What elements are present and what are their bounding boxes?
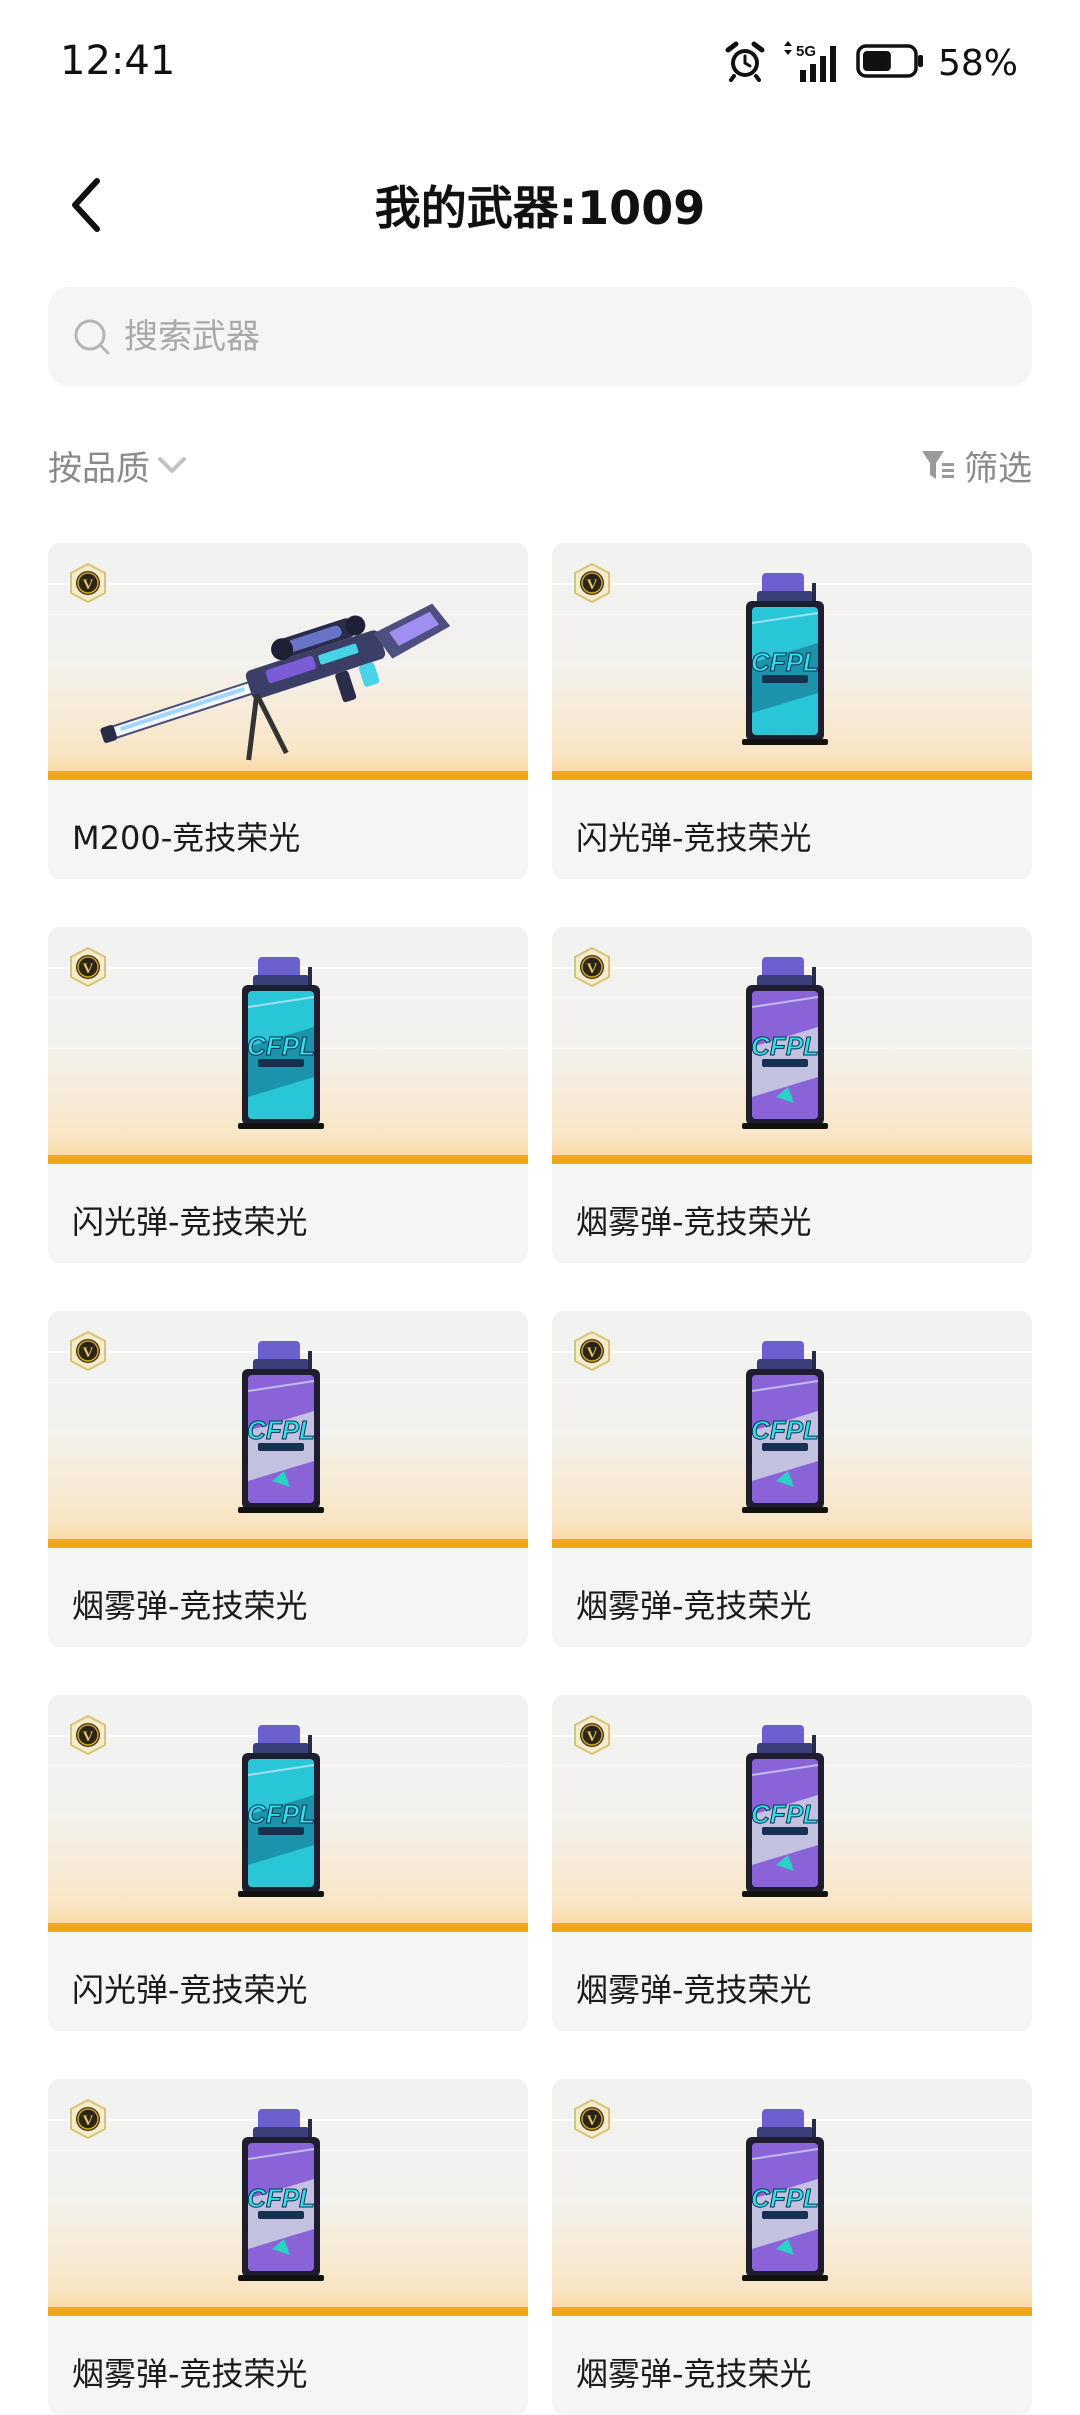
- quality-badge-icon: V: [574, 2099, 610, 2139]
- weapon-card[interactable]: V CFPL 烟雾弹-竞技荣光: [552, 2079, 1032, 2415]
- svg-text:CFPL: CFPL: [751, 1031, 819, 1061]
- weapon-name: 闪光弹-竞技荣光: [72, 1203, 308, 1241]
- svg-text:V: V: [587, 1345, 598, 1361]
- flashbang-icon: CFPL: [238, 1725, 324, 1897]
- weapon-grid: V M200-竞技荣光 V CFPL 闪光弹-竞技荣光 V CFPL 闪光弹-竞…: [48, 543, 1032, 2415]
- smoke-grenade-icon: CFPL: [238, 2109, 324, 2281]
- search-input[interactable]: [122, 306, 986, 368]
- quality-badge-icon: V: [574, 947, 610, 987]
- battery-percent: 58%: [937, 42, 1018, 84]
- svg-text:V: V: [587, 1729, 598, 1745]
- weapon-card[interactable]: V CFPL 闪光弹-竞技荣光: [48, 927, 528, 1263]
- svg-text:CFPL: CFPL: [751, 1415, 819, 1445]
- weapon-image-area: V CFPL: [552, 1695, 1032, 1932]
- flashbang-icon: CFPL: [238, 957, 324, 1129]
- weapon-card[interactable]: V CFPL 烟雾弹-竞技荣光: [48, 2079, 528, 2415]
- smoke-grenade-icon: CFPL: [742, 1725, 828, 1897]
- smoke-grenade-icon: CFPL: [238, 1341, 324, 1513]
- smoke-grenade-icon: CFPL: [742, 1341, 828, 1513]
- weapon-name: 闪光弹-竞技荣光: [72, 1971, 308, 2009]
- svg-text:V: V: [587, 961, 598, 977]
- svg-text:V: V: [587, 2113, 598, 2129]
- chevron-down-icon: [158, 457, 186, 473]
- weapon-image-area: V CFPL: [552, 543, 1032, 780]
- status-bar: 12:41 5G 58%: [0, 0, 1080, 130]
- flashbang-icon: CFPL: [742, 573, 828, 745]
- status-icons: 5G 58%: [724, 40, 1018, 86]
- svg-text:CFPL: CFPL: [247, 1415, 315, 1445]
- filter-label: 筛选: [964, 448, 1032, 489]
- weapon-image-area: V CFPL: [552, 927, 1032, 1164]
- weapon-name: 烟雾弹-竞技荣光: [72, 1587, 308, 1625]
- weapon-name: 烟雾弹-竞技荣光: [72, 2355, 308, 2393]
- sniper-rifle-icon: [100, 603, 451, 761]
- page-title: 我的武器:1009: [374, 181, 706, 235]
- weapon-image-area: V CFPL: [552, 2079, 1032, 2316]
- svg-text:V: V: [83, 577, 94, 593]
- weapon-name: 烟雾弹-竞技荣光: [576, 2355, 812, 2393]
- weapon-name: M200-竞技荣光: [72, 819, 301, 857]
- alarm-clock-icon: [724, 40, 766, 86]
- svg-text:CFPL: CFPL: [247, 1031, 315, 1061]
- weapon-card[interactable]: V CFPL 闪光弹-竞技荣光: [552, 543, 1032, 879]
- quality-badge-icon: V: [70, 1331, 106, 1371]
- svg-text:V: V: [83, 1345, 94, 1361]
- filter-icon: [922, 451, 954, 479]
- weapon-card[interactable]: V CFPL 烟雾弹-竞技荣光: [552, 1695, 1032, 2031]
- search-bar[interactable]: [48, 287, 1032, 387]
- quality-badge-icon: V: [574, 1331, 610, 1371]
- quality-badge-icon: V: [70, 2099, 106, 2139]
- sort-by-quality-button[interactable]: 按品质: [48, 430, 190, 500]
- svg-text:V: V: [587, 577, 598, 593]
- svg-text:CFPL: CFPL: [247, 1799, 315, 1829]
- weapon-card[interactable]: V CFPL 烟雾弹-竞技荣光: [552, 927, 1032, 1263]
- weapon-image-area: V CFPL: [48, 1311, 528, 1548]
- weapon-name: 闪光弹-竞技荣光: [576, 819, 812, 857]
- status-time: 12:41: [60, 38, 176, 84]
- svg-text:V: V: [83, 1729, 94, 1745]
- weapon-image-area: V: [48, 543, 528, 780]
- quality-badge-icon: V: [70, 563, 106, 603]
- smoke-grenade-icon: CFPL: [742, 2109, 828, 2281]
- weapon-image-area: V CFPL: [552, 1311, 1032, 1548]
- header: 我的武器:1009: [0, 150, 1080, 260]
- weapon-name: 烟雾弹-竞技荣光: [576, 1203, 812, 1241]
- signal-5g-icon: 5G: [780, 40, 842, 86]
- weapon-name: 烟雾弹-竞技荣光: [576, 1587, 812, 1625]
- weapon-card[interactable]: V CFPL 闪光弹-竞技荣光: [48, 1695, 528, 2031]
- weapon-image-area: V CFPL: [48, 2079, 528, 2316]
- svg-text:V: V: [83, 961, 94, 977]
- battery-icon: [856, 43, 924, 83]
- weapon-image-area: V CFPL: [48, 1695, 528, 1932]
- weapon-image-area: V CFPL: [48, 927, 528, 1164]
- search-icon: [70, 315, 114, 359]
- svg-text:CFPL: CFPL: [751, 2183, 819, 2213]
- quality-badge-icon: V: [574, 1715, 610, 1755]
- quality-badge-icon: V: [70, 947, 106, 987]
- sort-label: 按品质: [48, 448, 150, 489]
- svg-text:CFPL: CFPL: [247, 2183, 315, 2213]
- weapon-name: 烟雾弹-竞技荣光: [576, 1971, 812, 2009]
- svg-text:CFPL: CFPL: [751, 647, 819, 677]
- quality-badge-icon: V: [70, 1715, 106, 1755]
- weapon-card[interactable]: V M200-竞技荣光: [48, 543, 528, 879]
- quality-badge-icon: V: [574, 563, 610, 603]
- weapon-card[interactable]: V CFPL 烟雾弹-竞技荣光: [552, 1311, 1032, 1647]
- filter-button[interactable]: 筛选: [920, 430, 1032, 500]
- svg-text:5G: 5G: [796, 43, 816, 60]
- svg-text:CFPL: CFPL: [751, 1799, 819, 1829]
- svg-text:V: V: [83, 2113, 94, 2129]
- weapon-card[interactable]: V CFPL 烟雾弹-竞技荣光: [48, 1311, 528, 1647]
- smoke-grenade-icon: CFPL: [742, 957, 828, 1129]
- sort-filter-bar: 按品质 筛选: [48, 430, 1032, 500]
